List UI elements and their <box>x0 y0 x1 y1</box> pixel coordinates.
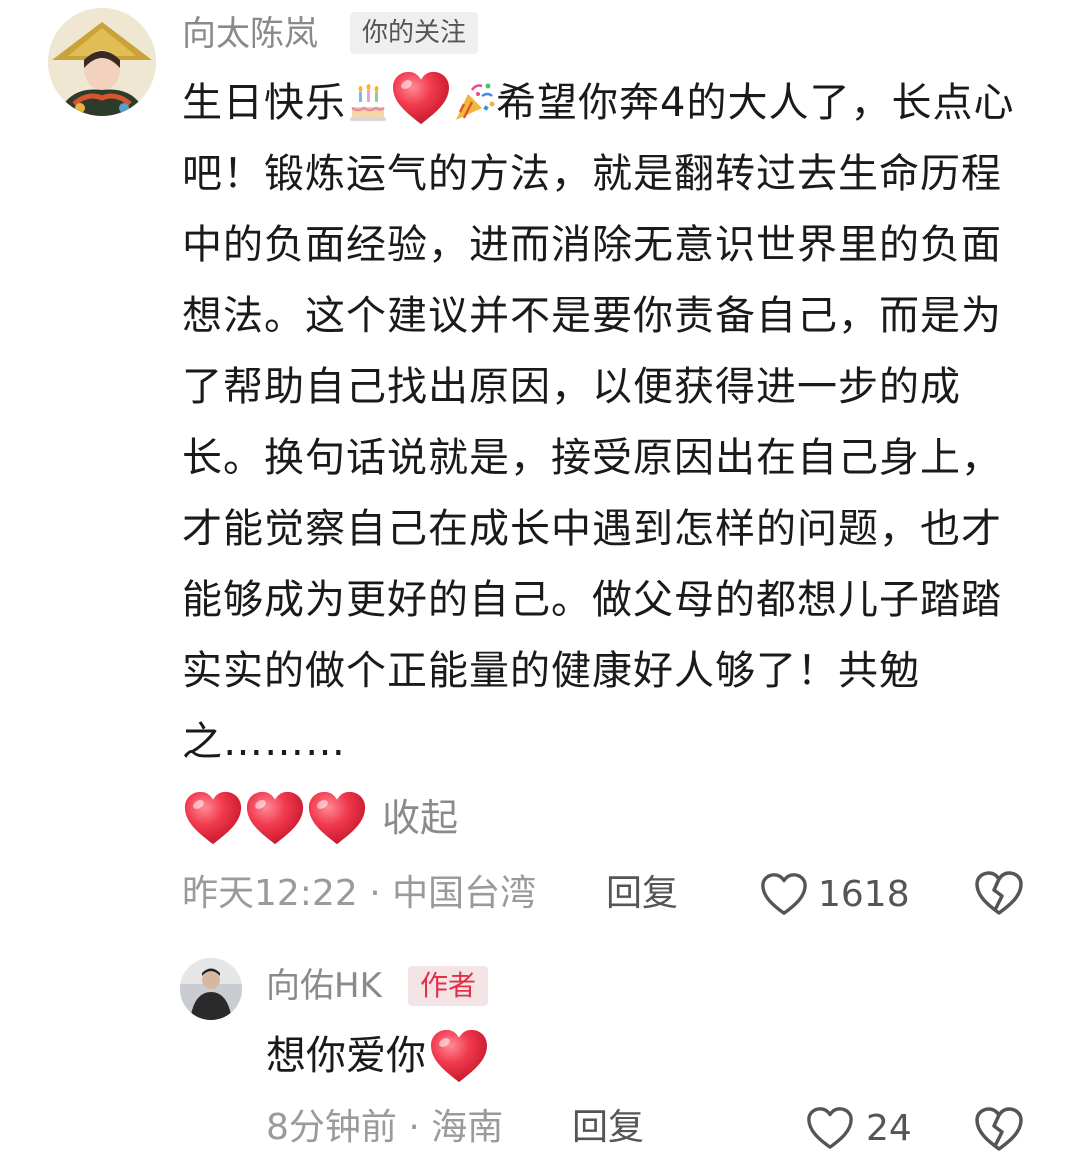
reply-time: 8分钟前 <box>266 1107 397 1148</box>
avatar[interactable] <box>180 958 242 1020</box>
comment-text-start: 生日快乐 <box>182 80 346 126</box>
reply-author[interactable]: 向佑HK <box>266 962 382 1010</box>
reply-meta: 8分钟前 · 海南 <box>266 1102 503 1154</box>
red-heart-icon <box>390 70 452 126</box>
avatar[interactable] <box>48 8 156 116</box>
user-photo <box>48 8 156 116</box>
like-count: 24 <box>866 1107 912 1149</box>
comment-meta: 昨天12:22 · 中国台湾 <box>182 866 536 922</box>
meta-separator: · <box>369 873 393 914</box>
reply-text: 想你爱你 <box>266 1024 490 1088</box>
like-count: 1618 <box>818 873 910 915</box>
red-heart-icon <box>306 789 368 847</box>
comment-text: 生日快乐 希望你奔4的大人了，长点心吧！锻炼运气的方法，就是翻转过去生命历程中的… <box>182 68 1042 778</box>
heart-outline-icon <box>760 871 808 917</box>
reply-button[interactable]: 回复 <box>606 866 678 922</box>
red-heart-icon <box>182 789 244 847</box>
comment-thread: 向太陈岚 你的关注 生日快乐 希望你奔4的大人了，长点心吧！锻炼运气的方法，就是… <box>0 0 1080 1158</box>
comment-location: 中国台湾 <box>392 873 537 914</box>
heart-emoji-row: 收起 <box>182 786 458 850</box>
author-badge: 作者 <box>408 966 489 1006</box>
birthday-cake-icon <box>350 84 386 121</box>
meta-separator: · <box>408 1107 432 1148</box>
comment-text-rest: 希望你奔4的大人了，长点心吧！锻炼运气的方法，就是翻转过去生命历程中的负面经验，… <box>182 80 1015 765</box>
follow-badge: 你的关注 <box>350 12 479 54</box>
collapse-button[interactable]: 收起 <box>382 786 458 850</box>
party-popper-icon <box>456 83 495 120</box>
comment-author[interactable]: 向太陈岚 <box>182 14 318 54</box>
reply-text-content: 想你爱你 <box>266 1033 426 1079</box>
reply-location: 海南 <box>431 1107 504 1148</box>
user-photo <box>180 958 242 1020</box>
red-heart-icon <box>428 1028 490 1084</box>
like-button[interactable]: 1618 <box>760 866 910 922</box>
heart-outline-icon <box>806 1105 854 1151</box>
red-heart-icon <box>244 789 306 847</box>
broken-heart-icon[interactable] <box>974 1104 1024 1154</box>
reply-button[interactable]: 回复 <box>572 1102 644 1154</box>
broken-heart-icon[interactable] <box>974 868 1024 918</box>
comment-time: 昨天12:22 <box>182 873 358 914</box>
like-button[interactable]: 24 <box>806 1102 912 1154</box>
